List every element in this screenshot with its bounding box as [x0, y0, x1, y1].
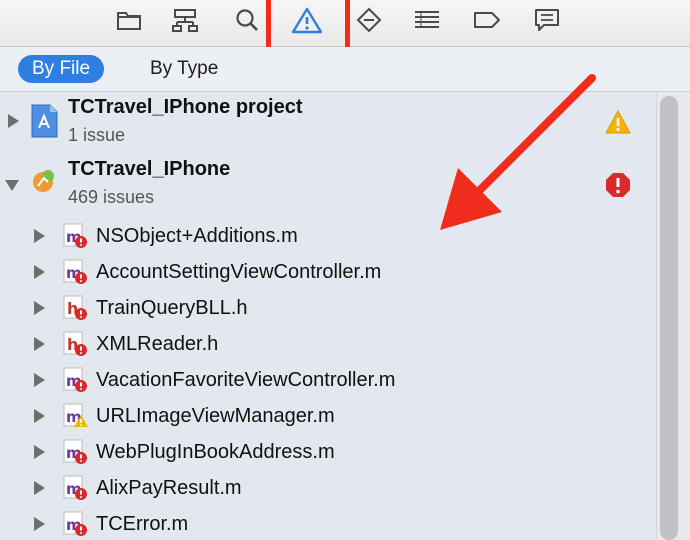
file-row[interactable]: m URLImageViewManager.m	[0, 398, 656, 434]
warning-icon	[605, 109, 631, 136]
chat-icon[interactable]	[530, 4, 564, 36]
navigator-toolbar	[0, 0, 690, 54]
objc-file-error-icon: m	[62, 366, 90, 394]
file-row[interactable]: m NSObject+Additions.m	[0, 218, 656, 254]
file-row[interactable]: h XMLReader.h	[0, 326, 656, 362]
file-row[interactable]: h TrainQueryBLL.h	[0, 290, 656, 326]
issue-tree: TCTravel_IPhone project 1 issue TCTravel…	[0, 92, 656, 540]
file-name: WebPlugInBookAddress.m	[96, 441, 335, 463]
target-issue-count: 469 issues	[68, 187, 155, 207]
file-row[interactable]: m TCError.m	[0, 506, 656, 540]
file-name: AccountSettingViewController.m	[96, 261, 382, 283]
list-icon[interactable]	[410, 4, 444, 36]
file-name: VacationFavoriteViewController.m	[96, 369, 396, 391]
project-row[interactable]: TCTravel_IPhone project 1 issue	[0, 92, 656, 150]
project-title: TCTravel_IPhone project	[68, 96, 303, 118]
file-row[interactable]: m AccountSettingViewController.m	[0, 254, 656, 290]
file-row[interactable]: m AlixPayResult.m	[0, 470, 656, 506]
objc-file-error-icon: m	[62, 222, 90, 250]
disclosure-triangle-icon[interactable]	[5, 180, 19, 191]
file-row[interactable]: m WebPlugInBookAddress.m	[0, 434, 656, 470]
target-icon	[30, 166, 58, 196]
error-icon	[605, 172, 631, 198]
disclosure-triangle-icon[interactable]	[8, 114, 19, 128]
objc-file-error-icon: m	[62, 438, 90, 466]
xcodeproj-icon	[30, 104, 58, 138]
search-icon[interactable]	[230, 4, 264, 36]
header-file-error-icon: h	[62, 294, 90, 322]
disclosure-triangle-icon[interactable]	[34, 265, 45, 279]
disclosure-triangle-icon[interactable]	[34, 445, 45, 459]
file-name: URLImageViewManager.m	[96, 405, 335, 427]
scope-bar: By File By Type	[0, 47, 690, 92]
scrollbar-thumb[interactable]	[660, 96, 678, 540]
objc-file-error-icon: m	[62, 474, 90, 502]
file-name: NSObject+Additions.m	[96, 225, 298, 247]
disclosure-triangle-icon[interactable]	[34, 337, 45, 351]
disclosure-triangle-icon[interactable]	[34, 409, 45, 423]
objc-file-warning-icon: m	[62, 402, 90, 430]
disclosure-triangle-icon[interactable]	[34, 301, 45, 315]
project-row[interactable]: TCTravel_IPhone 469 issues	[0, 154, 656, 212]
by-file-button[interactable]: By File	[18, 55, 105, 83]
project-issue-count: 1 issue	[68, 125, 126, 145]
file-row[interactable]: m VacationFavoriteViewController.m	[0, 362, 656, 398]
file-name: XMLReader.h	[96, 333, 219, 355]
by-type-button[interactable]: By Type	[136, 55, 232, 83]
file-name: AlixPayResult.m	[96, 477, 242, 499]
file-name: TCError.m	[96, 513, 189, 535]
target-title: TCTravel_IPhone	[68, 158, 231, 180]
disclosure-triangle-icon[interactable]	[34, 517, 45, 531]
disclosure-triangle-icon[interactable]	[34, 229, 45, 243]
objc-file-error-icon: m	[62, 510, 90, 538]
folder-icon[interactable]	[112, 4, 146, 36]
hierarchy-icon[interactable]	[168, 4, 202, 36]
disclosure-triangle-icon[interactable]	[34, 373, 45, 387]
disclosure-triangle-icon[interactable]	[34, 481, 45, 495]
header-file-error-icon: h	[62, 330, 90, 358]
tag-icon[interactable]	[470, 4, 504, 36]
objc-file-error-icon: m	[62, 258, 90, 286]
annotation-highlight-box	[266, 0, 350, 54]
breakpoint-icon[interactable]	[352, 4, 386, 36]
file-name: TrainQueryBLL.h	[96, 297, 248, 319]
